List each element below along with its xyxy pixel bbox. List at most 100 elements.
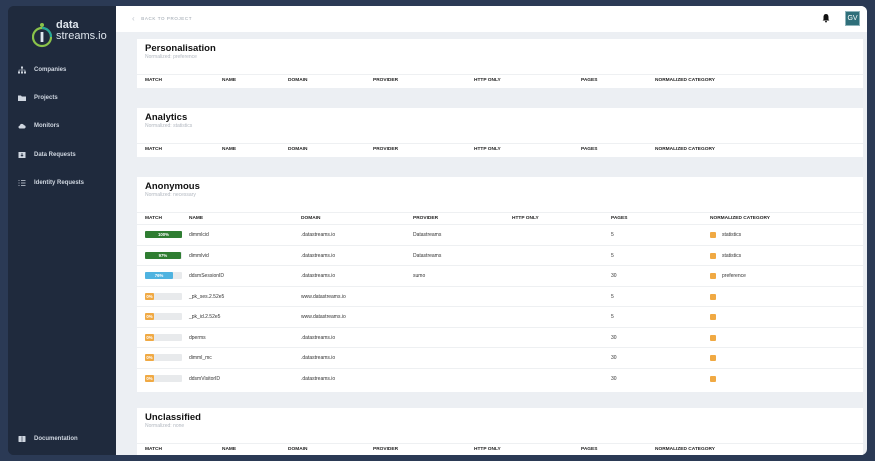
category-badge[interactable] (710, 273, 716, 279)
avatar[interactable]: GV (845, 11, 860, 26)
sitemap-icon (18, 66, 26, 74)
sidebar-item-monitors[interactable]: Monitors (18, 119, 59, 133)
col-http-only[interactable]: HTTP ONLY (474, 147, 501, 152)
table-row[interactable]: 100% dimmlcid .datastreams.io Datastreams 5 s… (137, 224, 863, 244)
cookie-pages: 30 (611, 334, 617, 341)
col-http-only[interactable]: HTTP ONLY (474, 447, 501, 452)
col-normalized-category[interactable]: NORMALIZED CATEGORY (655, 447, 715, 452)
cookie-domain: www.datastreams.io (301, 314, 346, 320)
sidebar-item-documentation[interactable]: Documentation (18, 432, 78, 446)
col-http-only[interactable]: HTTP ONLY (474, 78, 501, 83)
cookie-pages: 30 (611, 355, 617, 361)
match-bar: 0% (145, 374, 182, 382)
cookie-domain: .datastreams.io (301, 375, 336, 382)
table-row[interactable]: 97% dimmlvid .datastreams.io Datastreams 5 st… (137, 244, 863, 265)
col-name[interactable]: NAME (189, 216, 203, 221)
section-unclassified: Unclassified Normalized: none MATCH NAME… (137, 408, 863, 455)
table-row[interactable]: 0% _pk_id.2.52e5 www.datastreams.io 5 (137, 306, 863, 326)
cookie-pages: 30 (611, 273, 617, 279)
col-pages[interactable]: PAGES (581, 78, 597, 83)
cookie-pages: 5 (611, 314, 614, 320)
table-header: MATCH NAME DOMAIN PROVIDER HTTP ONLY PAG… (137, 212, 863, 224)
match-bar: 0% (145, 292, 182, 300)
sidebar-item-identity-requests[interactable]: Identity Requests (18, 176, 84, 190)
col-pages[interactable]: PAGES (581, 447, 597, 452)
col-normalized-category[interactable]: NORMALIZED CATEGORY (655, 147, 715, 152)
sidebar-item-label: Companies (34, 67, 67, 73)
sidebar-item-data-requests[interactable]: Data Requests (18, 148, 76, 162)
match-bar-zero: 0% (145, 333, 154, 341)
section-subtitle: Normalized: statistics (145, 123, 193, 129)
match-bar-zero: 0% (145, 354, 154, 361)
category-badge[interactable] (710, 293, 716, 300)
cookie-name: _pk_ses.2.52e5 (189, 293, 225, 300)
category-badge[interactable] (710, 232, 716, 238)
col-domain[interactable]: DOMAIN (288, 78, 307, 83)
col-domain[interactable]: DOMAIN (301, 216, 320, 221)
col-normalized-category[interactable]: NORMALIZED CATEGORY (710, 216, 770, 221)
cookie-domain: .datastreams.io (301, 232, 336, 238)
category-badge[interactable] (710, 314, 716, 320)
col-pages[interactable]: PAGES (611, 216, 627, 221)
col-name[interactable]: NAME (222, 147, 236, 152)
table-header: MATCH NAME DOMAIN PROVIDER HTTP ONLY PAG… (137, 74, 863, 86)
sidebar-item-label: Data Requests (34, 152, 76, 158)
cookie-pages: 30 (611, 375, 617, 382)
col-name[interactable]: NAME (222, 447, 236, 452)
category-badge[interactable] (710, 355, 716, 361)
match-bar-fill: 97% (145, 251, 181, 259)
match-bar-fill: 76% (145, 272, 174, 279)
col-provider[interactable]: PROVIDER (413, 216, 438, 221)
sidebar-item-label: Monitors (34, 123, 60, 129)
category-label: statistics (722, 232, 742, 238)
inbox-icon (18, 151, 26, 159)
logo-mark-icon (32, 23, 52, 48)
list-icon (18, 179, 26, 187)
app-window: data streams.io Companies Projects Monit… (8, 6, 867, 455)
cookie-name: dimml_mc (189, 355, 212, 361)
sidebar-item-companies[interactable]: Companies (18, 63, 66, 77)
match-bar: 100% (145, 231, 182, 238)
col-normalized-category[interactable]: NORMALIZED CATEGORY (655, 78, 715, 83)
main-content: ‹ BACK TO PROJECT GV Personalisation Nor… (116, 6, 867, 455)
col-provider[interactable]: PROVIDER (373, 447, 398, 452)
table-header: MATCH NAME DOMAIN PROVIDER HTTP ONLY PAG… (137, 443, 863, 455)
col-http-only[interactable]: HTTP ONLY (512, 216, 539, 221)
table-row[interactable]: 0% dperms .datastreams.io 30 (137, 326, 863, 347)
match-bar: 0% (145, 313, 182, 320)
category-badge[interactable] (710, 334, 716, 341)
cookie-domain: www.datastreams.io (301, 293, 346, 300)
col-domain[interactable]: DOMAIN (288, 447, 307, 452)
section-subtitle: Normalized: necessary (145, 192, 196, 198)
col-domain[interactable]: DOMAIN (288, 147, 307, 152)
sidebar-item-projects[interactable]: Projects (18, 91, 58, 105)
col-provider[interactable]: PROVIDER (373, 78, 398, 83)
cookie-domain: .datastreams.io (301, 252, 336, 259)
back-label: BACK TO PROJECT (141, 16, 193, 21)
table-row[interactable]: 76% ddsmSessionID .datastreams.io sumo 30 pre… (137, 265, 863, 285)
datastreams-logo[interactable]: data streams.io (30, 16, 107, 50)
back-to-project-link[interactable]: ‹ BACK TO PROJECT (132, 14, 192, 23)
cloud-icon (18, 122, 26, 130)
section-analytics: Analytics Normalized: statistics MATCH N… (137, 108, 863, 157)
match-bar-zero: 0% (145, 313, 154, 320)
section-subtitle: Normalized: preference (145, 54, 197, 60)
col-match[interactable]: MATCH (145, 78, 162, 83)
col-provider[interactable]: PROVIDER (373, 147, 398, 152)
section-anonymous: Anonymous Normalized: necessary MATCH NA… (137, 177, 863, 392)
col-match[interactable]: MATCH (145, 447, 162, 452)
col-match[interactable]: MATCH (145, 147, 162, 152)
category-badge[interactable] (710, 375, 716, 382)
section-title: Analytics (145, 112, 188, 123)
col-pages[interactable]: PAGES (581, 147, 597, 152)
table-row[interactable]: 0% dimml_mc .datastreams.io 30 (137, 347, 863, 367)
folder-icon (18, 94, 26, 102)
col-match[interactable]: MATCH (145, 216, 162, 221)
table-row[interactable]: 0% _pk_ses.2.52e5 www.datastreams.io 5 (137, 285, 863, 306)
table-row[interactable]: 0% ddsmVisitorID .datastreams.io 30 (137, 367, 863, 388)
bell-icon[interactable] (821, 13, 831, 23)
col-name[interactable]: NAME (222, 78, 236, 83)
section-title: Personalisation (145, 43, 216, 54)
category-badge[interactable] (710, 252, 716, 259)
match-bar-zero: 0% (145, 374, 154, 382)
